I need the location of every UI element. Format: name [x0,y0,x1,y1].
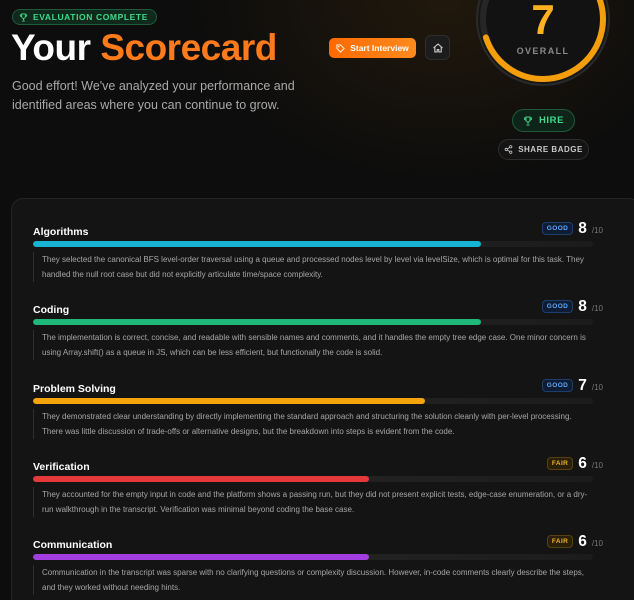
category-description: They demonstrated clear understanding by… [33,409,593,439]
category-score: 6 [578,455,587,472]
category-score-max: /10 [591,539,603,548]
category-description: They selected the canonical BFS level-or… [33,252,593,282]
category-progress-track [33,319,593,325]
category-score: 8 [578,298,587,315]
page-title: Your Scorecard [11,26,277,70]
category-description: They accounted for the empty input in co… [33,487,593,517]
title-word-scorecard: Scorecard [100,27,277,68]
grade-badge: GOOD [541,222,574,235]
grade-badge: GOOD [541,300,574,313]
evaluation-status-badge: EVALUATION COMPLETE [12,9,157,25]
home-icon [432,42,443,53]
category-progress-track [33,554,593,560]
category-description: The implementation is correct, concise, … [33,330,593,360]
category-progress-fill [33,241,481,247]
category-score: 8 [578,220,587,237]
tag-icon [336,43,345,53]
category-score-group: GOOD 8 /10 [541,298,603,316]
category-scores-card: Algorithms GOOD 8 /10 They selected the … [11,198,634,600]
grade-badge: FAIR [546,457,574,470]
category-progress-fill [33,476,369,482]
overall-score-ring: 7 OVERALL [474,0,612,88]
trophy-icon [523,116,533,125]
start-interview-button[interactable]: Start Interview [329,38,416,58]
category-score: 7 [578,377,587,394]
grade-badge: FAIR [546,535,574,548]
category-progress-fill [33,319,481,325]
home-button[interactable] [425,35,450,60]
start-interview-label: Start Interview [350,43,409,53]
category-score-max: /10 [591,461,603,470]
status-badge-label: EVALUATION COMPLETE [33,12,148,22]
category-name: Algorithms [33,226,89,238]
overall-score-value: 7 [531,0,555,43]
category-score-group: GOOD 8 /10 [541,220,603,238]
category-description: Communication in the transcript was spar… [33,565,593,595]
category-progress-fill [33,554,369,560]
category-score-max: /10 [591,383,603,392]
category-name: Coding [33,304,70,316]
category-name: Verification [33,461,90,473]
category-progress-track [33,398,593,404]
category-name: Communication [33,539,113,551]
category-progress-track [33,241,593,247]
overall-score-label: OVERALL [516,46,570,56]
grade-badge: GOOD [541,379,574,392]
category-name: Problem Solving [33,383,116,395]
hire-verdict-label: HIRE [538,115,565,126]
category-score: 6 [578,533,587,550]
category-score-group: FAIR 6 /10 [546,455,603,473]
title-word-your: Your [11,27,91,68]
category-score-group: GOOD 7 /10 [541,377,603,395]
share-badge-button[interactable]: SHARE BADGE [498,139,589,160]
category-progress-fill [33,398,425,404]
hire-verdict-badge: HIRE [512,109,575,132]
share-badge-label: SHARE BADGE [518,145,583,154]
category-progress-track [33,476,593,482]
category-score-group: FAIR 6 /10 [546,533,603,551]
page-subtitle: Good effort! We've analyzed your perform… [12,79,295,112]
category-score-max: /10 [591,304,603,313]
category-score-max: /10 [591,226,603,235]
share-icon [504,145,513,154]
trophy-icon [19,12,28,22]
